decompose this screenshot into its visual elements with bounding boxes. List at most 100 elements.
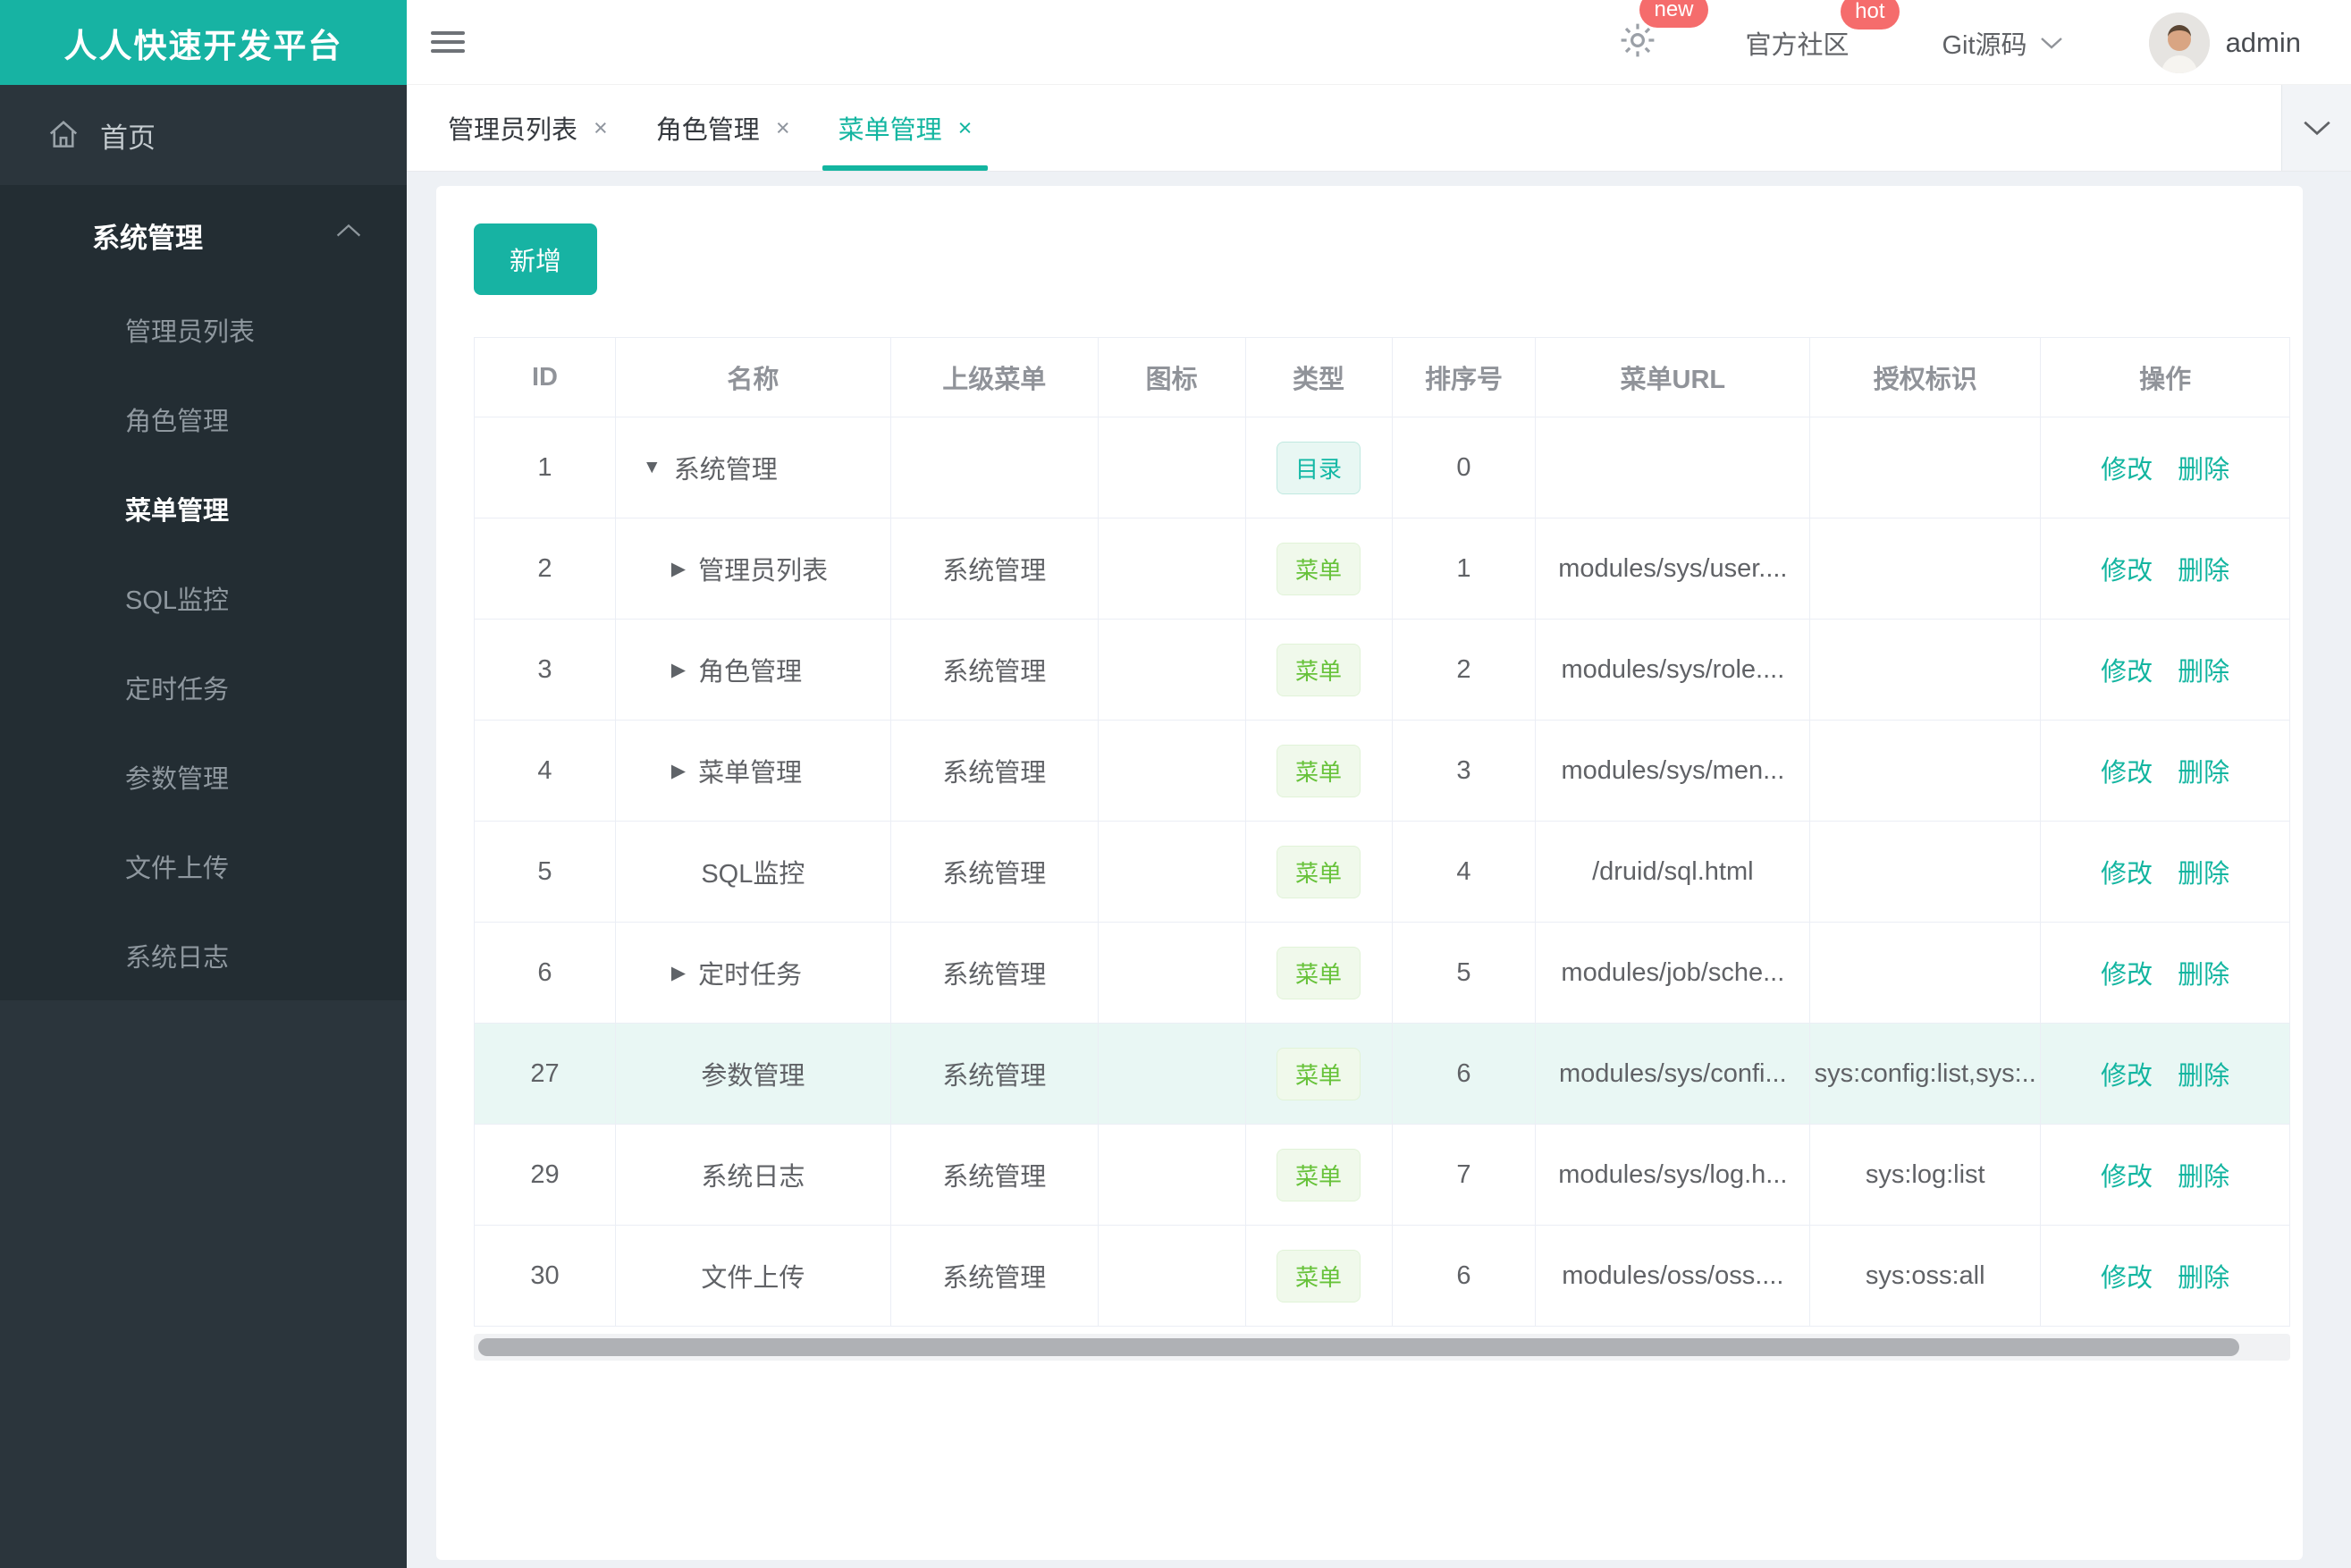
sidebar-group-system: 系统管理 管理员列表角色管理菜单管理 SQL监控 定时任务 参数管理 文件上传 系统日志 — [0, 185, 407, 1000]
type-tag: 菜单 — [1277, 845, 1361, 898]
sidebar-item-管理员列表[interactable]: 管理员列表 — [0, 285, 407, 375]
sidebar-item-参数管理[interactable]: 参数管理 — [0, 732, 407, 822]
cell-id: 1 — [475, 417, 616, 518]
cell-sort: 3 — [1393, 721, 1537, 821]
cell-auth — [1810, 721, 2042, 821]
cell-type: 菜单 — [1246, 721, 1393, 821]
edit-link[interactable]: 修改 — [2101, 550, 2153, 587]
delete-link[interactable]: 删除 — [2178, 954, 2229, 991]
cell-ops: 修改 删除 — [2041, 1226, 2290, 1326]
cell-icon — [1099, 822, 1246, 922]
delete-link[interactable]: 删除 — [2178, 1055, 2229, 1092]
edit-link[interactable]: 修改 — [2101, 651, 2153, 688]
cell-icon — [1099, 1226, 1246, 1326]
edit-link[interactable]: 修改 — [2101, 853, 2153, 890]
tree-expand-icon[interactable]: ▶ — [671, 558, 686, 580]
tree-expand-icon[interactable]: ▶ — [671, 962, 686, 984]
tab-管理员列表[interactable]: 管理员列表 × — [430, 85, 626, 171]
edit-link[interactable]: 修改 — [2101, 1055, 2153, 1092]
table-row: 29 系统日志 系统管理 菜单 7 modules/sys/log.h... sys:log… — [475, 1125, 2290, 1226]
sidebar-item-定时任务[interactable]: 定时任务 — [0, 643, 407, 732]
horizontal-scrollbar-thumb[interactable] — [478, 1338, 2239, 1356]
edit-link[interactable]: 修改 — [2101, 1257, 2153, 1294]
cell-url — [1536, 417, 1811, 518]
delete-link[interactable]: 删除 — [2178, 449, 2229, 486]
sidebar-item-菜单管理[interactable]: 菜单管理 — [0, 464, 407, 553]
menu-name: 菜单管理 — [698, 759, 803, 788]
cell-name: ▼ 系统管理 — [616, 417, 891, 518]
cell-name: ▶ 菜单管理 — [616, 721, 891, 821]
sidebar-item-label: 角色管理 — [125, 408, 230, 436]
column-header-name: 名称 — [616, 338, 891, 417]
cell-type: 菜单 — [1246, 1226, 1393, 1326]
cell-icon — [1099, 1024, 1246, 1124]
cell-sort: 6 — [1393, 1024, 1537, 1124]
horizontal-scrollbar-track[interactable] — [474, 1334, 2290, 1361]
chevron-down-icon — [2040, 37, 2062, 49]
table-row: 1 ▼ 系统管理 目录 0 修改 删除 — [475, 417, 2291, 518]
table-row: 3 ▶ 角色管理 系统管理 菜单 2 modules/sys/role.... 修改 删除 — [475, 620, 2291, 721]
hamburger-menu-icon[interactable] — [431, 26, 465, 58]
add-button[interactable]: 新增 — [474, 223, 598, 295]
tab-菜单管理[interactable]: 菜单管理 × — [821, 85, 990, 171]
delete-link[interactable]: 删除 — [2178, 1257, 2229, 1294]
delete-link[interactable]: 删除 — [2178, 550, 2229, 587]
delete-link[interactable]: 删除 — [2178, 651, 2229, 688]
cell-id: 29 — [475, 1125, 616, 1225]
table-row: 6 ▶ 定时任务 系统管理 菜单 5 modules/job/sche... 修改 删除 — [475, 923, 2291, 1024]
sidebar-group-title[interactable]: 系统管理 — [0, 185, 407, 285]
type-tag: 菜单 — [1277, 946, 1361, 999]
edit-link[interactable]: 修改 — [2101, 449, 2153, 486]
sidebar-item-角色管理[interactable]: 角色管理 — [0, 375, 407, 464]
cell-id: 3 — [475, 620, 616, 720]
cell-sort: 7 — [1393, 1125, 1537, 1225]
tab-close-icon[interactable]: × — [594, 114, 608, 142]
edit-link[interactable]: 修改 — [2101, 954, 2153, 991]
cell-name: ▶ 角色管理 — [616, 620, 891, 720]
cell-url: modules/sys/confi... — [1536, 1024, 1811, 1124]
settings-gear-button[interactable]: new — [1616, 0, 1708, 66]
sidebar-item-文件上传[interactable]: 文件上传 — [0, 822, 407, 911]
cell-id: 5 — [475, 822, 616, 922]
type-tag: 菜单 — [1277, 1249, 1361, 1302]
cell-sort: 4 — [1393, 822, 1537, 922]
cell-parent: 系统管理 — [891, 721, 1099, 821]
tabs: 管理员列表 × 角色管理 × 菜单管理 × — [430, 85, 1002, 171]
tab-label: 管理员列表 — [448, 116, 578, 145]
cell-id: 27 — [475, 1024, 616, 1124]
user-name[interactable]: admin — [2226, 27, 2301, 59]
cell-ops: 修改 删除 — [2041, 1125, 2290, 1225]
cell-parent: 系统管理 — [891, 1125, 1099, 1225]
tabs-dropdown-button[interactable] — [2281, 85, 2351, 171]
gear-icon — [1616, 23, 1659, 65]
edit-link[interactable]: 修改 — [2101, 1156, 2153, 1193]
column-header-parent: 上级菜单 — [891, 338, 1099, 417]
sidebar-item-home[interactable]: 首页 — [0, 85, 407, 185]
column-header-url: 菜单URL — [1536, 338, 1811, 417]
cell-ops: 修改 删除 — [2041, 417, 2291, 518]
edit-link[interactable]: 修改 — [2101, 752, 2153, 789]
tab-close-icon[interactable]: × — [958, 114, 973, 142]
topbar-right: new 官方社区 hot Git源码 admin — [1616, 0, 2301, 85]
tree-expand-icon[interactable]: ▶ — [671, 760, 686, 782]
delete-link[interactable]: 删除 — [2178, 853, 2229, 890]
sidebar-item-SQL监控[interactable]: SQL监控 — [0, 553, 407, 643]
tree-expand-icon[interactable]: ▶ — [671, 659, 686, 681]
community-link[interactable]: 官方社区 hot — [1745, 0, 1900, 62]
menu-name: SQL监控 — [701, 860, 805, 889]
delete-link[interactable]: 删除 — [2178, 752, 2229, 789]
user-avatar[interactable] — [2148, 12, 2210, 73]
menu-name: 参数管理 — [701, 1062, 805, 1091]
cell-auth — [1810, 822, 2042, 922]
menu-name: 系统日志 — [701, 1163, 805, 1192]
tree-collapse-icon[interactable]: ▼ — [643, 457, 661, 478]
sidebar-item-系统日志[interactable]: 系统日志 — [0, 911, 407, 1000]
git-source-dropdown[interactable]: Git源码 — [1942, 24, 2063, 62]
cell-parent: 系统管理 — [891, 518, 1099, 619]
cell-auth — [1810, 417, 2042, 518]
cell-parent — [891, 417, 1099, 518]
delete-link[interactable]: 删除 — [2178, 1156, 2229, 1193]
tab-close-icon[interactable]: × — [776, 114, 790, 142]
tab-角色管理[interactable]: 角色管理 × — [638, 85, 808, 171]
cell-icon — [1099, 721, 1246, 821]
